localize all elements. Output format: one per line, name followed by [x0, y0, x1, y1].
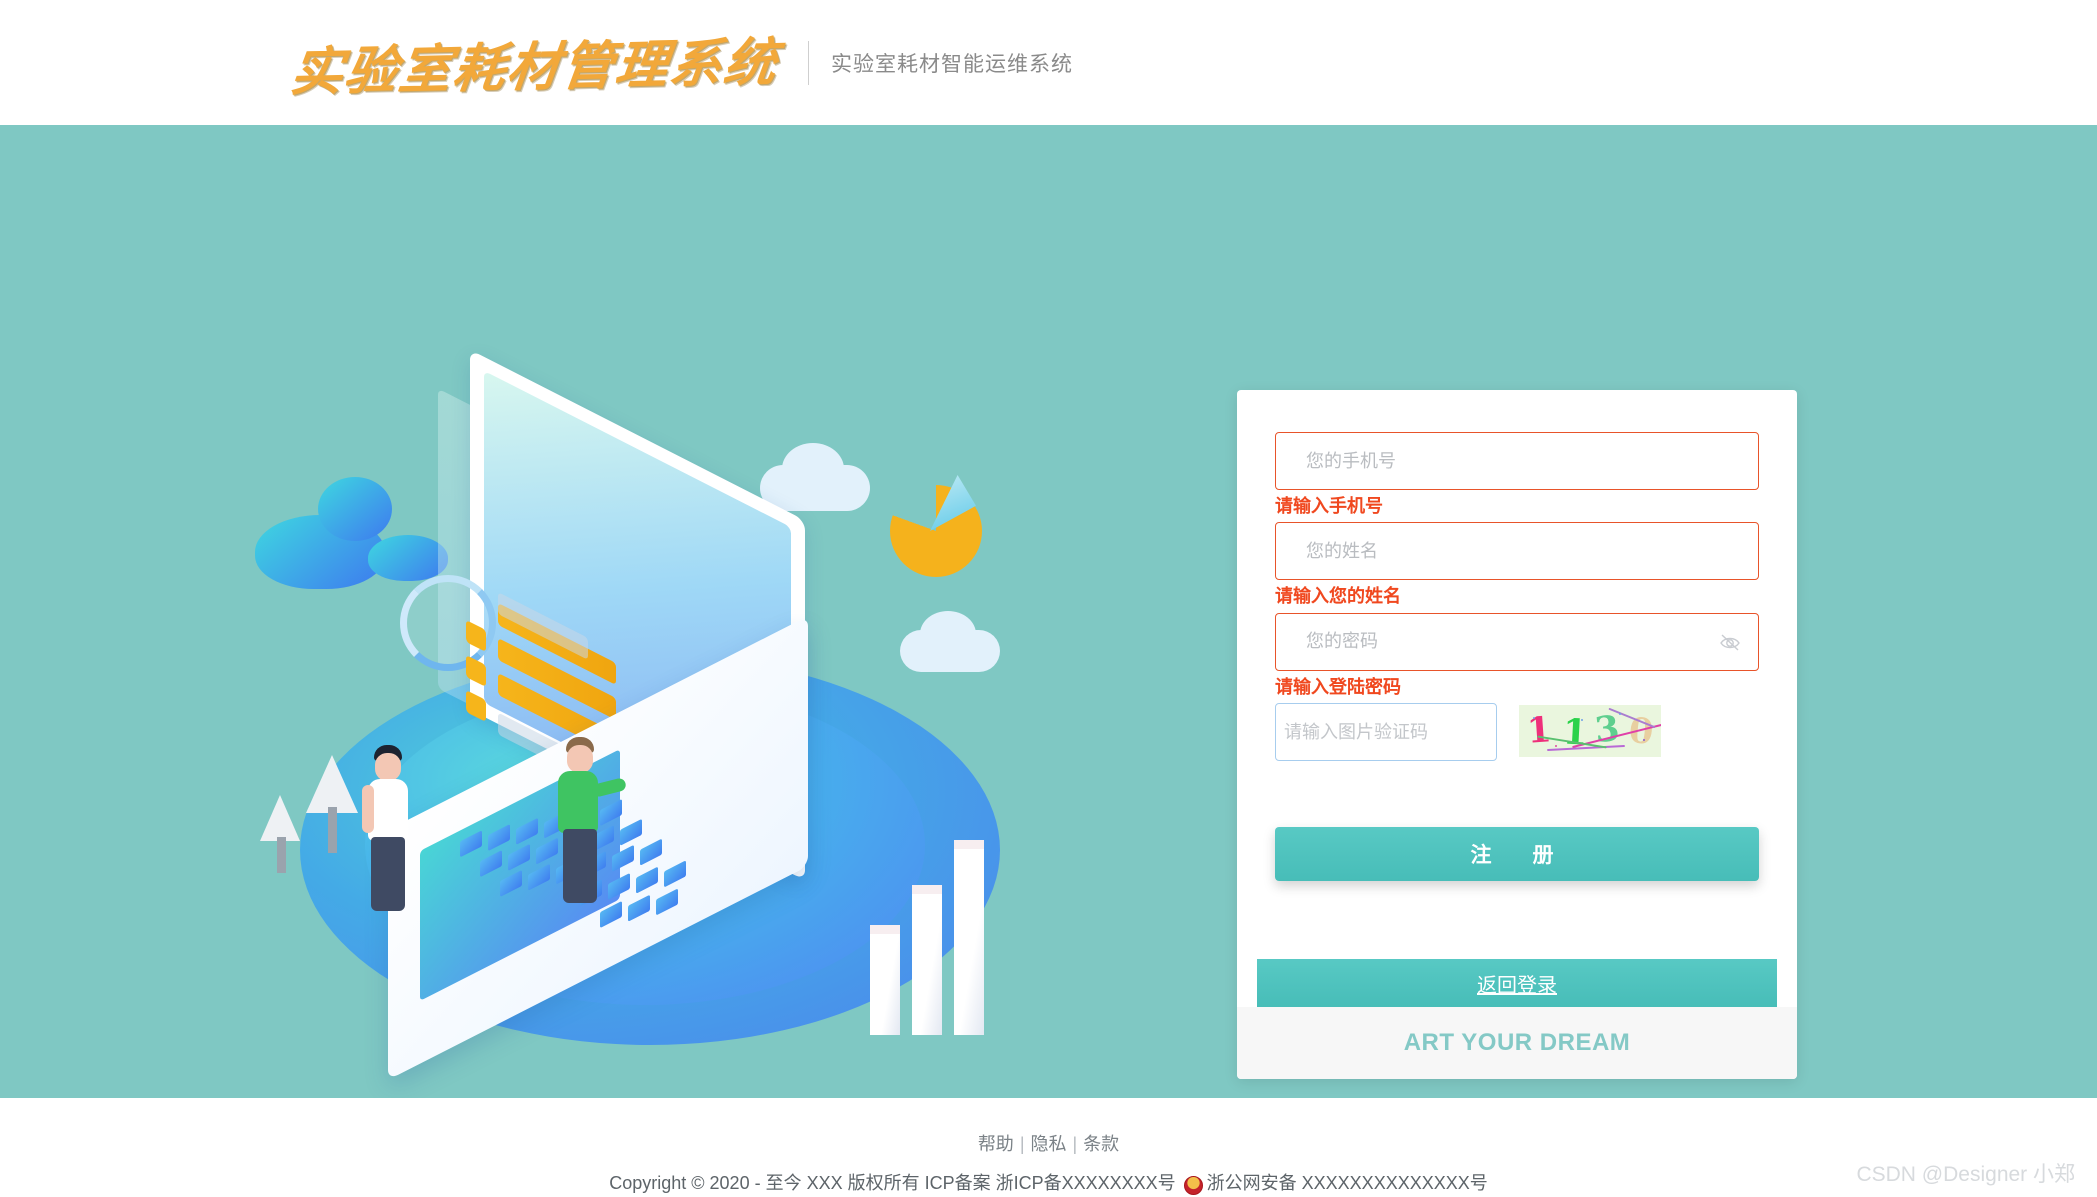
password-error-message: 请输入登陆密码	[1275, 676, 1401, 697]
captcha-char-1: 1	[1525, 709, 1553, 752]
register-form: 请输入手机号 请输入您的姓名 请输入登陆密码	[1237, 390, 1797, 882]
page-footer: 帮助 | 隐私 | 条款 Copyright © 2020 - 至今 XXX 版权所有 …	[0, 1098, 2097, 1197]
footer-separator: |	[1072, 1134, 1078, 1154]
tree-icon	[260, 795, 300, 841]
tree-icon	[306, 755, 358, 813]
captcha-field-group: 1 1 3 0	[1275, 703, 1759, 762]
name-error-message: 请输入您的姓名	[1275, 586, 1401, 607]
captcha-image[interactable]: 1 1 3 0	[1519, 705, 1661, 758]
police-badge-icon	[1183, 1175, 1203, 1195]
person-head	[375, 753, 401, 781]
watermark: CSDN @Designer 小郑	[1856, 1163, 2075, 1186]
person-legs	[563, 829, 597, 903]
header-divider	[808, 40, 810, 85]
copyright-text: Copyright © 2020 - 至今 XXX 版权所有 ICP备案 浙IC…	[609, 1173, 1176, 1193]
person-arm	[362, 785, 374, 833]
cloud-icon	[782, 443, 844, 495]
captcha-input[interactable]	[1275, 703, 1497, 762]
tree-trunk	[328, 807, 337, 853]
person-torso	[368, 779, 408, 841]
person-head	[567, 745, 593, 773]
register-button[interactable]: 注 册	[1275, 827, 1759, 882]
cloud-icon	[368, 535, 448, 581]
footer-separator: |	[1019, 1134, 1025, 1154]
header-subtitle: 实验室耗材智能运维系统	[831, 52, 1074, 76]
card-slogan: ART YOUR DREAM	[1403, 1029, 1631, 1056]
footer-link-terms[interactable]: 条款	[1083, 1134, 1119, 1154]
name-input[interactable]	[1275, 522, 1759, 581]
person-legs	[371, 837, 405, 911]
eye-slash-icon[interactable]	[1719, 632, 1741, 652]
hero-illustration	[255, 349, 1000, 1081]
footer-copyright: Copyright © 2020 - 至今 XXX 版权所有 ICP备案 浙IC…	[0, 1169, 2097, 1195]
footer-link-privacy[interactable]: 隐私	[1031, 1134, 1067, 1154]
phone-error-message: 请输入手机号	[1275, 496, 1383, 516]
hero-background: 请输入手机号 请输入您的姓名 请输入登陆密码	[0, 125, 2097, 1098]
person-torso	[558, 771, 598, 833]
magnifier-icon	[400, 575, 496, 671]
bar-chart-icon	[870, 835, 1010, 1035]
logo-text: 实验室耗材管理系统	[287, 31, 782, 104]
cloud-icon	[318, 477, 392, 541]
site-header: 实验室耗材管理系统 实验室耗材智能运维系统	[0, 0, 2097, 125]
back-to-login-button[interactable]: 返回登录	[1257, 959, 1777, 1007]
footer-links: 帮助 | 隐私 | 条款	[0, 1130, 2097, 1156]
phone-field-group: 请输入手机号	[1275, 432, 1759, 518]
footer-link-help[interactable]: 帮助	[978, 1134, 1014, 1154]
brand-logo[interactable]: 实验室耗材管理系统 实验室耗材智能运维系统	[287, 25, 1074, 103]
password-input[interactable]	[1275, 612, 1759, 671]
name-field-group: 请输入您的姓名	[1275, 522, 1759, 608]
police-record-text[interactable]: 浙公网安备 XXXXXXXXXXXXXX号	[1207, 1169, 1488, 1195]
tree-trunk	[277, 837, 286, 873]
captcha-noise-dot	[1555, 745, 1557, 748]
password-field-group: 请输入登陆密码	[1275, 612, 1759, 699]
cloud-icon	[920, 611, 976, 657]
login-page: 实验室耗材管理系统 实验室耗材智能运维系统 您的手机号 请输入手机号 您的姓名 …	[0, 0, 2097, 1197]
phone-input[interactable]	[1275, 432, 1759, 490]
card-footer: ART YOUR DREAM	[1237, 1007, 1797, 1079]
register-card: 请输入手机号 请输入您的姓名 请输入登陆密码	[1237, 390, 1797, 1079]
